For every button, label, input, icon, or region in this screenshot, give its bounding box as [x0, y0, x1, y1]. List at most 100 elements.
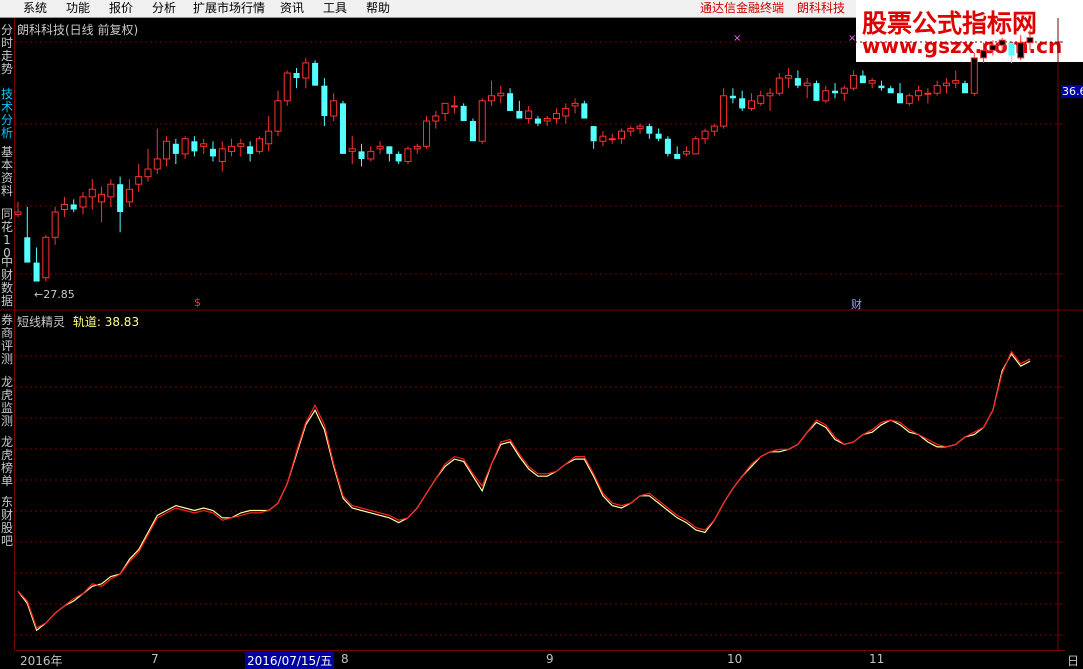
- candle-body-up: [840, 87, 848, 94]
- candle-body-up: [850, 75, 858, 89]
- candle-body-up: [60, 203, 68, 210]
- x-label-jul: 7: [151, 652, 159, 666]
- candle-body-up: [181, 138, 189, 155]
- candle-body-up: [924, 92, 932, 95]
- candle-body-up: [422, 120, 431, 147]
- candle-body-down: [70, 204, 77, 210]
- candle-body-up: [228, 145, 236, 152]
- star-marker-icon-2: ×: [848, 33, 857, 44]
- candle-body-up: [330, 100, 338, 117]
- candle-body-down: [878, 85, 885, 89]
- candle-body-up: [42, 236, 50, 279]
- candle-body-up: [255, 138, 263, 152]
- candle-body-down: [739, 98, 746, 109]
- candle-body-up: [785, 75, 793, 79]
- candle-body-down: [674, 153, 681, 159]
- low-price-marker: ←27.85: [34, 288, 75, 301]
- candle-body-up: [552, 112, 561, 120]
- candle-body-up: [478, 100, 486, 142]
- candle-body-up: [153, 158, 161, 170]
- candle-body-down: [1008, 42, 1015, 56]
- chart-canvas[interactable]: [0, 0, 1083, 667]
- candle-body-up: [599, 135, 607, 142]
- candle-body-up: [404, 148, 412, 162]
- candle-body-down: [887, 88, 894, 94]
- x-axis: [15, 650, 1065, 668]
- candle-body-up: [980, 49, 988, 59]
- x-label-aug: 8: [341, 652, 349, 666]
- candle-body-up: [970, 57, 978, 94]
- candle-body-down: [646, 126, 653, 134]
- candle-body-up: [905, 95, 913, 104]
- candle-body-down: [339, 103, 346, 154]
- candle-body-up: [747, 100, 755, 109]
- candle-body-up: [348, 148, 356, 152]
- x-label-year: 2016年: [20, 654, 63, 668]
- candle-body-down: [321, 85, 328, 116]
- grid-lines: [15, 41, 1058, 636]
- candle-body-up: [265, 130, 273, 145]
- candle-body-down: [386, 146, 393, 154]
- candle-body-up: [766, 92, 774, 97]
- candle-body-down: [581, 103, 588, 119]
- candle-body-up: [915, 90, 923, 97]
- candle-body-up: [88, 188, 96, 198]
- x-label-nov: 11: [869, 652, 885, 666]
- candle-body-up: [450, 105, 458, 108]
- candle-body-up: [543, 118, 551, 122]
- candle-body-up: [107, 183, 115, 198]
- candle-body-up: [497, 92, 505, 97]
- candle-body-up: [125, 188, 133, 203]
- period-day-label[interactable]: 日: [1067, 652, 1079, 669]
- candle-body-down: [655, 133, 662, 139]
- candle-body-up: [757, 95, 765, 104]
- candle-body-up: [1017, 42, 1025, 59]
- candle-body-down: [460, 105, 467, 122]
- x-label-sep: 9: [546, 652, 554, 666]
- candle-body-up: [627, 128, 635, 132]
- candle-body-up: [98, 193, 106, 203]
- candle-body-down: [209, 148, 216, 157]
- candle-body-down: [312, 62, 319, 86]
- candle-body-up: [775, 77, 783, 94]
- candle-body-down: [729, 95, 736, 99]
- candle-body-up: [608, 138, 616, 141]
- candle-body-up: [274, 100, 282, 132]
- candle-body-up: [163, 140, 171, 160]
- indicator-param-label: 轨道:: [72, 315, 101, 329]
- candle-body-down: [534, 118, 541, 124]
- candle-body-up: [367, 150, 375, 160]
- candle-body-up: [720, 95, 728, 127]
- candle-body-down: [516, 110, 523, 119]
- candle-body-up: [237, 143, 245, 147]
- candle-body-up: [432, 115, 440, 122]
- candle-body-up: [144, 168, 152, 178]
- candle-body-down: [24, 237, 31, 263]
- candle-body-up: [989, 44, 997, 51]
- candle-body-up: [135, 176, 143, 185]
- candle-body-up: [487, 95, 496, 102]
- candle-body-up: [942, 82, 950, 87]
- candle-body-down: [172, 143, 179, 154]
- chart-frame: [0, 18, 1083, 650]
- main-chart-title: 朗科科技(日线 前复权): [17, 23, 139, 37]
- candle-body-down: [794, 78, 801, 86]
- candle-body-up: [302, 62, 310, 79]
- candle-body-down: [832, 90, 839, 94]
- candle-body-down: [358, 151, 365, 159]
- candle-body-up: [822, 90, 830, 102]
- candle-body-up: [692, 138, 700, 155]
- candle-body-up: [376, 145, 384, 150]
- candle-body-up: [413, 145, 421, 150]
- candle-body-down: [897, 93, 904, 104]
- candle-body-up: [617, 130, 626, 140]
- finance-event-icon[interactable]: 财: [851, 296, 862, 312]
- candle-body-up: [51, 211, 59, 238]
- dividend-event-icon[interactable]: $: [194, 296, 201, 309]
- candle-body-up: [525, 110, 533, 120]
- low-price-value: 27.85: [43, 288, 75, 301]
- candlestick-series: [14, 30, 1034, 282]
- indicator-series: [17, 350, 1031, 632]
- indicator-line-track: [17, 350, 1031, 629]
- x-label-oct: 10: [727, 652, 743, 666]
